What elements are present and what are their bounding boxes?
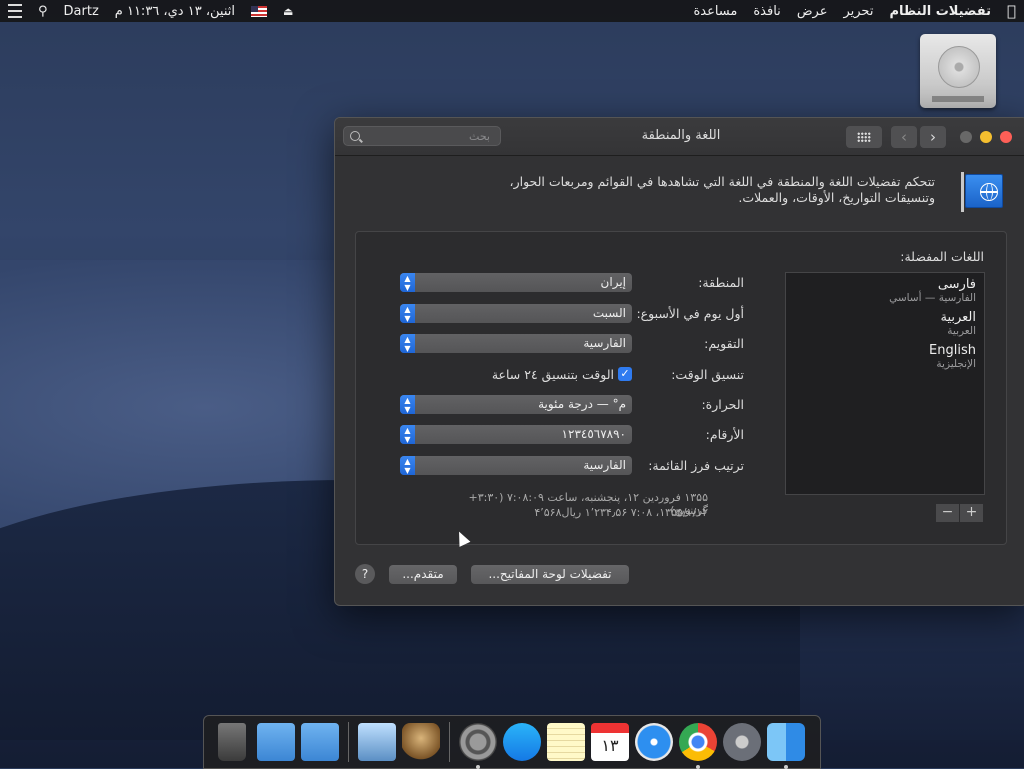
first-day-label: أول يوم في الأسبوع: bbox=[636, 305, 744, 321]
close-button[interactable] bbox=[1000, 131, 1012, 143]
list-item[interactable]: العربية العربية bbox=[786, 306, 984, 339]
calendar-popup[interactable]: الفارسية ▲ ▼ bbox=[400, 333, 632, 353]
menu-window[interactable]: نافذة bbox=[753, 4, 780, 19]
keyboard-preferences-button[interactable]: تفضيلات لوحة المفاتيح... bbox=[471, 565, 629, 584]
launchpad-icon[interactable] bbox=[723, 723, 761, 761]
numbers-value: ١٢٣٤٥٦٧٨٩٠ bbox=[561, 426, 626, 441]
region-label: المنطقة: bbox=[698, 274, 744, 290]
list-item[interactable]: فارسی الفارسية — أساسي bbox=[786, 273, 984, 306]
language-subtitle: الفارسية — أساسي bbox=[889, 292, 976, 304]
dock: ١٣ bbox=[203, 715, 821, 769]
settings-panel: اللغات المفضلة: فارسی الفارسية — أساسي ا… bbox=[355, 231, 1007, 545]
temperature-popup[interactable]: م° — درجة مئوية ▲ ▼ bbox=[400, 394, 632, 414]
search-field[interactable]: بحث bbox=[343, 126, 501, 146]
trash-icon[interactable] bbox=[218, 723, 246, 761]
popup-arrows-icon: ▲ ▼ bbox=[400, 455, 415, 475]
safari-icon[interactable] bbox=[635, 723, 673, 761]
first-day-popup[interactable]: السبت ▲ ▼ bbox=[400, 303, 632, 323]
calendar-label: التقويم: bbox=[704, 335, 744, 351]
description-line-1: تتحكم تفضيلات اللغة والمنطقة في اللغة ال… bbox=[509, 174, 935, 189]
spotlight-icon[interactable]: ⚲ bbox=[38, 4, 48, 19]
time-format-label: تنسيق الوقت: bbox=[671, 366, 744, 382]
apple-icon[interactable]:  bbox=[1007, 2, 1016, 20]
search-icon bbox=[350, 131, 360, 141]
sort-order-value: الفارسية bbox=[583, 457, 626, 472]
description-line-2: وتنسيقات التواريخ، الأوقات، والعملات. bbox=[738, 190, 935, 205]
sample-numbers: ۱۳۵۵/۱/۱۲، ۷:۰۸ ۱٬۲۳۴٫۵۶ ریال۴٬۵۶۸ bbox=[534, 506, 708, 519]
forward-button[interactable]: › bbox=[920, 126, 946, 148]
advanced-button[interactable]: متقدم... bbox=[389, 565, 457, 584]
language-flag-icon bbox=[961, 172, 1003, 212]
minimize-button[interactable] bbox=[980, 131, 992, 143]
popup-arrows-icon: ▲ ▼ bbox=[400, 272, 415, 292]
language-region-window: بحث اللغة والمنطقة ‹ › تتحكم تفضيلات الل… bbox=[334, 117, 1024, 606]
remove-language-button[interactable]: − bbox=[936, 504, 959, 522]
notes-icon[interactable] bbox=[547, 723, 585, 761]
calendar-day: ١٣ bbox=[601, 736, 619, 755]
show-all-button[interactable] bbox=[846, 126, 882, 148]
numbers-label: الأرقام: bbox=[705, 426, 744, 442]
calendar-icon[interactable]: ١٣ bbox=[591, 723, 629, 761]
language-subtitle: الإنجليزية bbox=[936, 358, 976, 370]
temperature-label: الحرارة: bbox=[701, 396, 744, 412]
search-placeholder: بحث bbox=[469, 129, 490, 143]
menu-bar: ⚲ Dartz اثنين، ١٣ دي، ١١:٣٦ م ⏏  تفضيلا… bbox=[0, 0, 1024, 22]
preferred-languages-title: اللغات المفضلة: bbox=[900, 249, 984, 264]
grid-icon bbox=[857, 132, 871, 142]
menu-help[interactable]: مساعدة bbox=[693, 4, 737, 19]
first-day-value: السبت bbox=[592, 305, 626, 320]
popup-arrows-icon: ▲ ▼ bbox=[400, 303, 415, 323]
us-flag-icon[interactable] bbox=[251, 5, 267, 17]
finder-icon[interactable] bbox=[767, 723, 805, 769]
numbers-popup[interactable]: ١٢٣٤٥٦٧٨٩٠ ▲ ▼ bbox=[400, 424, 632, 444]
add-language-button[interactable]: + bbox=[960, 504, 983, 522]
chess-icon[interactable] bbox=[402, 723, 440, 761]
preview-icon[interactable] bbox=[358, 723, 396, 761]
clock[interactable]: اثنين، ١٣ دي، ١١:٣٦ م bbox=[115, 4, 235, 19]
popup-arrows-icon: ▲ ▼ bbox=[400, 394, 415, 414]
help-button[interactable]: ? bbox=[355, 564, 375, 584]
hard-disk-icon[interactable] bbox=[920, 34, 996, 108]
notification-center-icon[interactable] bbox=[8, 4, 22, 18]
title-bar: بحث اللغة والمنطقة ‹ › bbox=[335, 118, 1024, 156]
preferred-languages-list[interactable]: فارسی الفارسية — أساسي العربية العربية E… bbox=[785, 272, 985, 495]
popup-arrows-icon: ▲ ▼ bbox=[400, 424, 415, 444]
system-preferences-icon[interactable] bbox=[459, 723, 497, 769]
region-popup[interactable]: إيران ▲ ▼ bbox=[400, 272, 632, 292]
eject-icon[interactable]: ⏏ bbox=[283, 5, 293, 18]
language-name: فارسی bbox=[937, 277, 976, 292]
temperature-value: م° — درجة مئوية bbox=[538, 396, 626, 411]
app-menu[interactable]: تفضيلات النظام bbox=[889, 4, 991, 19]
language-name: العربية bbox=[940, 310, 976, 325]
user-name[interactable]: Dartz bbox=[64, 4, 99, 19]
language-subtitle: العربية bbox=[947, 325, 976, 337]
menu-edit[interactable]: تحرير bbox=[843, 4, 873, 19]
chrome-icon[interactable] bbox=[679, 723, 717, 769]
calendar-value: الفارسية bbox=[583, 335, 626, 350]
applications-folder-icon[interactable] bbox=[257, 723, 295, 761]
app-store-icon[interactable] bbox=[503, 723, 541, 761]
language-name: English bbox=[929, 343, 976, 358]
menu-view[interactable]: عرض bbox=[797, 4, 828, 19]
description: تتحكم تفضيلات اللغة والمنطقة في اللغة ال… bbox=[335, 174, 935, 206]
list-item[interactable]: English الإنجليزية bbox=[786, 339, 984, 372]
downloads-folder-icon[interactable] bbox=[301, 723, 339, 761]
back-button[interactable]: ‹ bbox=[891, 126, 917, 148]
region-value: إيران bbox=[600, 274, 626, 289]
sort-order-label: ترتيب فرز القائمة: bbox=[648, 457, 744, 473]
time-format-value: الوقت بتنسيق ٢٤ ساعة bbox=[491, 366, 614, 382]
time-format-checkbox[interactable]: ✓ bbox=[618, 367, 632, 381]
zoom-button[interactable] bbox=[960, 131, 972, 143]
popup-arrows-icon: ▲ ▼ bbox=[400, 333, 415, 353]
sort-order-popup[interactable]: الفارسية ▲ ▼ bbox=[400, 455, 632, 475]
